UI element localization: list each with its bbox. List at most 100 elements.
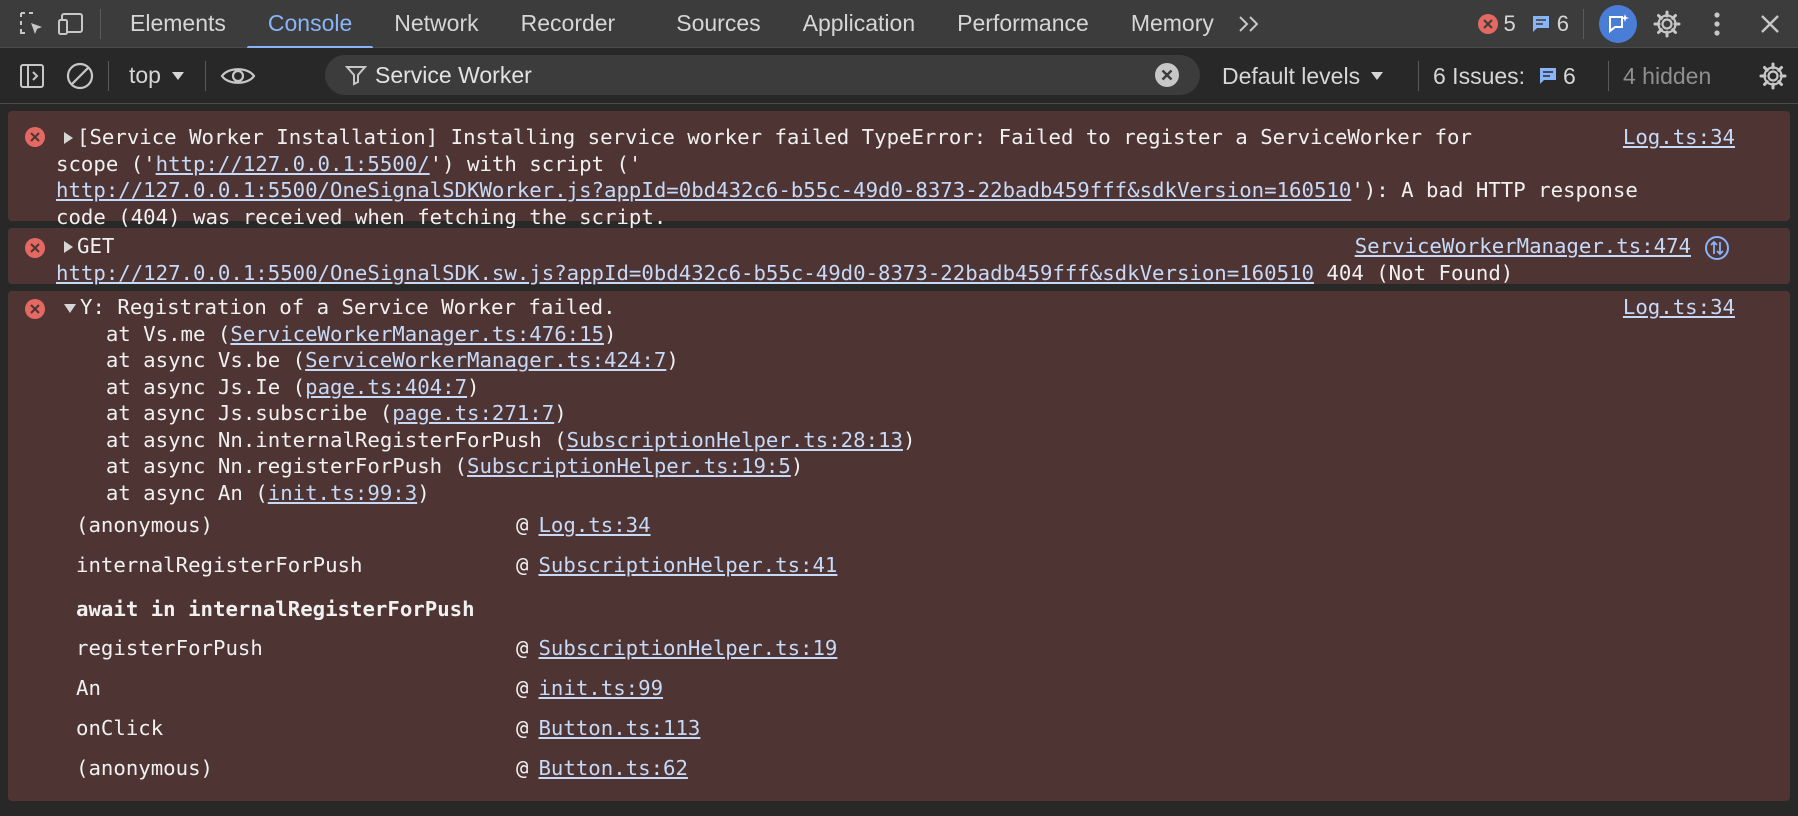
more-vert-icon[interactable] xyxy=(1692,0,1742,48)
sidebar-icon[interactable] xyxy=(12,52,52,100)
message-text: [Service Worker Installation] Installing… xyxy=(64,124,1472,151)
console-error-message[interactable]: Log.ts:34 Y: Registration of a Service W… xyxy=(8,291,1790,801)
divider xyxy=(1583,9,1584,39)
message-line: code (404) was received when fetching th… xyxy=(56,204,667,229)
call-stack-function: onClick xyxy=(76,715,164,740)
call-stack-row: (anonymous) @ Log.ts:34 xyxy=(76,510,651,540)
stack-link[interactable]: page.ts:404:7 xyxy=(305,375,467,399)
gear-icon[interactable] xyxy=(1642,0,1692,48)
stack-text: ) xyxy=(666,348,679,372)
message-line: http://127.0.0.1:5500/OneSignalSDK.sw.js… xyxy=(56,260,1513,287)
call-stack-row: An @ init.ts:99 xyxy=(76,673,663,703)
filter-input[interactable] xyxy=(367,61,1154,89)
stack-text: ) xyxy=(554,401,567,425)
message-count[interactable]: 6 xyxy=(1530,11,1569,37)
message-text: '): A bad HTTP response xyxy=(1351,178,1638,202)
error-count-value: 5 xyxy=(1503,11,1516,36)
console-error-message[interactable]: Log.ts:34 [Service Worker Installation] … xyxy=(8,111,1790,229)
filter-icon xyxy=(345,66,367,86)
call-stack-link[interactable]: init.ts:99 xyxy=(538,675,663,702)
devtools-tab-bar: Elements Console Network Recorder Source… xyxy=(0,0,1798,49)
stack-link[interactable]: init.ts:99:3 xyxy=(268,481,417,505)
issues-button[interactable]: 6 Issues: 6 xyxy=(1433,48,1576,104)
call-stack-link[interactable]: Button.ts:62 xyxy=(538,755,687,782)
call-stack-at: @ xyxy=(516,715,529,740)
tab-memory[interactable]: Memory xyxy=(1110,0,1235,48)
url-link[interactable]: http://127.0.0.1:5500/OneSignalSDK.sw.js… xyxy=(56,261,1314,285)
error-count[interactable]: 5 xyxy=(1477,11,1516,37)
console-settings-icon[interactable] xyxy=(1758,48,1788,104)
tab-recorder[interactable]: Recorder xyxy=(500,0,637,48)
expand-triangle-icon[interactable] xyxy=(64,132,73,144)
divider xyxy=(1418,61,1419,91)
call-stack-row: (anonymous) @ Button.ts:62 xyxy=(76,753,688,783)
context-selector[interactable]: top xyxy=(117,62,197,89)
hidden-count: 4 hidden xyxy=(1623,62,1712,89)
context-label: top xyxy=(129,62,161,88)
tab-sources[interactable]: Sources xyxy=(636,0,781,48)
stack-link[interactable]: page.ts:271:7 xyxy=(392,401,554,425)
chevron-down-icon xyxy=(1371,72,1384,80)
stack-link[interactable]: ServiceWorkerManager.ts:424:7 xyxy=(305,348,666,372)
console-error-message[interactable]: ServiceWorkerManager.ts:474 GET http://1… xyxy=(8,228,1790,287)
stack-line: at async Vs.be (ServiceWorkerManager.ts:… xyxy=(56,347,679,374)
eye-icon[interactable] xyxy=(214,52,262,100)
more-tabs-icon[interactable] xyxy=(1235,0,1265,48)
message-text: 404 (Not Found) xyxy=(1313,260,1514,285)
tab-performance[interactable]: Performance xyxy=(936,0,1110,48)
message-icon xyxy=(1540,68,1557,84)
stack-text: at async Nn.internalRegisterForPush ( xyxy=(56,427,567,452)
source-link[interactable]: Log.ts:34 xyxy=(1623,294,1735,321)
stack-line: at async Nn.internalRegisterForPush (Sub… xyxy=(56,427,916,454)
call-stack-link[interactable]: SubscriptionHelper.ts:41 xyxy=(538,552,837,579)
call-stack-at: @ xyxy=(516,552,529,577)
stack-text: ) xyxy=(467,374,480,399)
stack-link[interactable]: ServiceWorkerManager.ts:476:15 xyxy=(230,322,604,346)
call-stack-row: internalRegisterForPush @ SubscriptionHelp… xyxy=(76,550,837,580)
source-link[interactable]: ServiceWorkerManager.ts:474 xyxy=(1355,233,1691,260)
message-line: [Service Worker Installation] Installing… xyxy=(77,125,1472,149)
log-levels-dropdown[interactable]: Default levels xyxy=(1222,48,1384,104)
stack-text: ) xyxy=(790,454,804,478)
filter-box xyxy=(325,55,1200,95)
call-stack-link[interactable]: Button.ts:113 xyxy=(538,715,700,742)
tab-console[interactable]: Console xyxy=(246,0,374,49)
stack-link[interactable]: SubscriptionHelper.ts:28:13 xyxy=(567,428,903,452)
message-line: scope ('http://127.0.0.1:5500/') with sc… xyxy=(56,151,641,178)
divider xyxy=(204,60,206,91)
stack-text: at async Nn.registerForPush ( xyxy=(56,454,468,478)
message-line: http://127.0.0.1:5500/OneSignalSDKWorker… xyxy=(56,177,1638,204)
call-stack-link[interactable]: SubscriptionHelper.ts:19 xyxy=(538,635,837,662)
stack-link[interactable]: SubscriptionHelper.ts:19:5 xyxy=(467,454,791,478)
message-icon xyxy=(1532,16,1549,32)
device-toggle-icon[interactable] xyxy=(52,0,92,48)
ai-assist-icon[interactable] xyxy=(1594,0,1642,48)
call-stack-async-row: await in internalRegisterForPush xyxy=(76,594,475,624)
stack-line: at async Js.Ie (page.ts:404:7) xyxy=(56,374,480,401)
issues-count: 6 xyxy=(1563,62,1576,89)
error-icon xyxy=(25,127,45,147)
tab-application[interactable]: Application xyxy=(782,0,937,48)
error-icon xyxy=(25,299,45,319)
expand-triangle-icon[interactable] xyxy=(64,241,73,253)
chevron-down-icon xyxy=(171,71,184,80)
error-icon xyxy=(1477,14,1498,34)
source-link[interactable]: Log.ts:34 xyxy=(1623,124,1735,151)
network-request-icon[interactable] xyxy=(1704,235,1730,261)
tab-network[interactable]: Network xyxy=(373,0,499,48)
url-link[interactable]: http://127.0.0.1:5500/ xyxy=(156,152,430,176)
log-levels-label: Default levels xyxy=(1222,62,1361,89)
stack-text: at async Vs.be ( xyxy=(56,348,306,372)
close-icon[interactable] xyxy=(1742,0,1798,48)
url-link[interactable]: http://127.0.0.1:5500/OneSignalSDKWorker… xyxy=(56,178,1351,202)
clear-icon[interactable] xyxy=(60,52,100,100)
stack-line: at async An (init.ts:99:3) xyxy=(56,480,430,507)
inspect-icon[interactable] xyxy=(12,0,52,48)
call-stack-function: internalRegisterForPush xyxy=(76,552,363,577)
collapse-triangle-icon[interactable] xyxy=(64,303,76,313)
call-stack-at: @ xyxy=(516,675,529,700)
divider xyxy=(108,60,109,91)
call-stack-link[interactable]: Log.ts:34 xyxy=(538,512,650,539)
clear-input-icon[interactable] xyxy=(1154,62,1180,88)
tab-elements[interactable]: Elements xyxy=(109,0,247,48)
